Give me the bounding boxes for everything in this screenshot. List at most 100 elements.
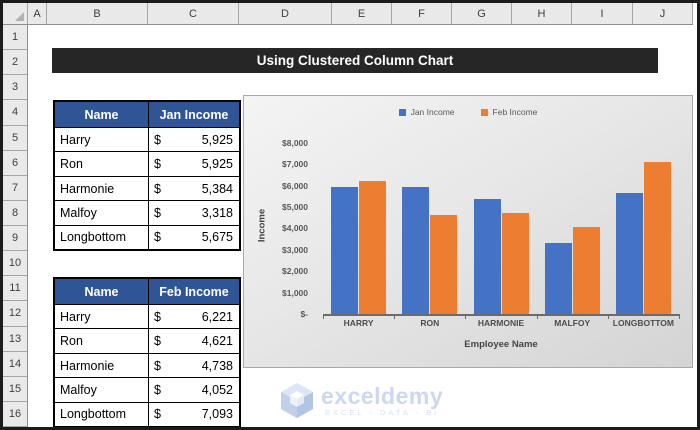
watermark-brand: exceldemy — [321, 382, 444, 409]
column-header-e[interactable]: E — [332, 3, 392, 24]
currency-symbol: $ — [154, 205, 161, 220]
column-header-f[interactable]: F — [392, 3, 452, 24]
name-cell[interactable]: Malfoy — [55, 201, 148, 224]
income-cell[interactable]: $5,675 — [148, 225, 239, 250]
bar-feb-income-longbottom[interactable] — [643, 162, 671, 314]
name-column-header[interactable]: Name — [55, 279, 148, 304]
column-header-j[interactable]: J — [633, 3, 693, 24]
income-cell[interactable]: $6,221 — [148, 305, 239, 329]
column-header-d[interactable]: D — [239, 3, 332, 24]
x-axis-line — [323, 314, 679, 316]
amount-value: 5,925 — [201, 132, 233, 147]
jan-income-table: Name Jan Income Harry $5,925 Ron $5,925 Harmon… — [53, 100, 241, 251]
row-header-15[interactable]: 15 — [3, 376, 27, 402]
y-axis-tick-label: $7,000 — [282, 159, 308, 170]
column-header-b[interactable]: B — [47, 3, 148, 24]
bar-feb-income-harmonie[interactable] — [501, 212, 529, 314]
bar-jan-income-ron[interactable] — [402, 187, 430, 314]
table-row: Longbottom $7,093 — [55, 401, 239, 427]
currency-symbol: $ — [154, 358, 161, 373]
currency-symbol: $ — [154, 132, 161, 147]
column-header-c[interactable]: C — [148, 3, 239, 24]
income-column-header[interactable]: Jan Income — [148, 102, 239, 127]
category-label-longbottom: LONGBOTTOM — [612, 318, 674, 328]
bar-feb-income-malfoy[interactable] — [572, 227, 600, 314]
category-label-ron: RON — [420, 318, 440, 328]
bar-feb-income-ron[interactable] — [430, 215, 458, 314]
row-header-10[interactable]: 10 — [3, 251, 27, 277]
name-cell[interactable]: Longbottom — [55, 403, 148, 426]
name-cell[interactable]: Malfoy — [55, 378, 148, 401]
y-axis-tick-label: $2,000 — [282, 266, 308, 277]
amount-value: 5,925 — [201, 157, 233, 172]
table-row: Malfoy $4,052 — [55, 377, 239, 402]
name-cell[interactable]: Harry — [55, 305, 148, 328]
income-column-header[interactable]: Feb Income — [148, 279, 239, 304]
select-all-corner[interactable] — [3, 3, 28, 24]
income-cell[interactable]: $5,384 — [148, 176, 239, 201]
category-label-harry: HARRY — [343, 318, 374, 328]
row-header-12[interactable]: 12 — [3, 301, 27, 327]
table-row: Longbottom $5,675 — [55, 224, 239, 250]
currency-symbol: $ — [154, 181, 161, 196]
table-row: Harmonie $4,738 — [55, 352, 239, 378]
select-all-triangle-icon — [15, 12, 24, 21]
legend-label: Feb Income — [492, 107, 538, 117]
column-header-h[interactable]: H — [512, 3, 572, 24]
name-column-header[interactable]: Name — [55, 102, 148, 127]
name-cell[interactable]: Longbottom — [55, 226, 148, 249]
title-banner[interactable]: Using Clustered Column Chart — [52, 48, 658, 73]
name-cell[interactable]: Ron — [55, 152, 148, 175]
row-header-6[interactable]: 6 — [3, 150, 27, 176]
legend-item-jan-income[interactable]: Jan Income — [398, 107, 455, 117]
income-cell[interactable]: $4,621 — [148, 329, 239, 353]
currency-symbol: $ — [154, 382, 161, 397]
row-header-14[interactable]: 14 — [3, 351, 27, 377]
category-label-harmonie: HARMONIE — [477, 318, 525, 328]
amount-value: 3,318 — [201, 205, 233, 220]
bar-jan-income-harmonie[interactable] — [473, 198, 501, 314]
income-cell[interactable]: $7,093 — [148, 402, 239, 427]
income-cell[interactable]: $4,738 — [148, 353, 239, 378]
bar-jan-income-malfoy[interactable] — [544, 242, 572, 314]
row-header-8[interactable]: 8 — [3, 200, 27, 226]
row-header-7[interactable]: 7 — [3, 175, 27, 201]
row-header-16[interactable]: 16 — [3, 401, 27, 427]
income-cell[interactable]: $5,925 — [148, 152, 239, 176]
column-header-a[interactable]: A — [28, 3, 47, 24]
row-header-13[interactable]: 13 — [3, 326, 27, 352]
feb-income-swatch-icon — [480, 108, 488, 116]
row-header-3[interactable]: 3 — [3, 75, 27, 101]
exceldemy-cube-icon — [281, 383, 313, 418]
y-axis-tick-label: $1,000 — [282, 287, 308, 298]
name-cell[interactable]: Ron — [55, 329, 148, 352]
row-header-9[interactable]: 9 — [3, 226, 27, 252]
amount-value: 5,675 — [201, 230, 233, 245]
income-cell[interactable]: $4,052 — [148, 378, 239, 402]
currency-symbol: $ — [154, 309, 161, 324]
watermark-tagline: EXCEL - DATA - BI — [324, 407, 440, 417]
row-header-2[interactable]: 2 — [3, 50, 27, 76]
row-header-11[interactable]: 11 — [3, 276, 27, 302]
income-cell[interactable]: $5,925 — [148, 128, 239, 152]
column-header-i[interactable]: I — [572, 3, 633, 24]
bar-jan-income-longbottom[interactable] — [615, 192, 643, 314]
bar-jan-income-harry[interactable] — [331, 187, 359, 314]
table-row: Harry $6,221 — [55, 304, 239, 329]
row-header-5[interactable]: 5 — [3, 125, 27, 151]
legend-item-feb-income[interactable]: Feb Income — [480, 107, 538, 117]
column-header-g[interactable]: G — [452, 3, 512, 24]
bar-feb-income-harry[interactable] — [359, 180, 387, 314]
name-cell[interactable]: Harmonie — [55, 177, 148, 200]
table-row: Harmonie $5,384 — [55, 175, 239, 201]
name-cell[interactable]: Harry — [55, 128, 148, 151]
name-cell[interactable]: Harmonie — [55, 354, 148, 377]
category-label-malfoy: MALFOY — [554, 318, 591, 328]
row-header-1[interactable]: 1 — [3, 25, 27, 51]
row-header-4[interactable]: 4 — [3, 100, 27, 126]
table-row: Malfoy $3,318 — [55, 200, 239, 225]
income-cell[interactable]: $3,318 — [148, 201, 239, 225]
y-axis-tick-label: $4,000 — [282, 223, 308, 234]
table-row: Ron $5,925 — [55, 151, 239, 176]
clustered-column-chart[interactable]: Jan Income Feb Income Income Employee Na… — [243, 95, 693, 368]
